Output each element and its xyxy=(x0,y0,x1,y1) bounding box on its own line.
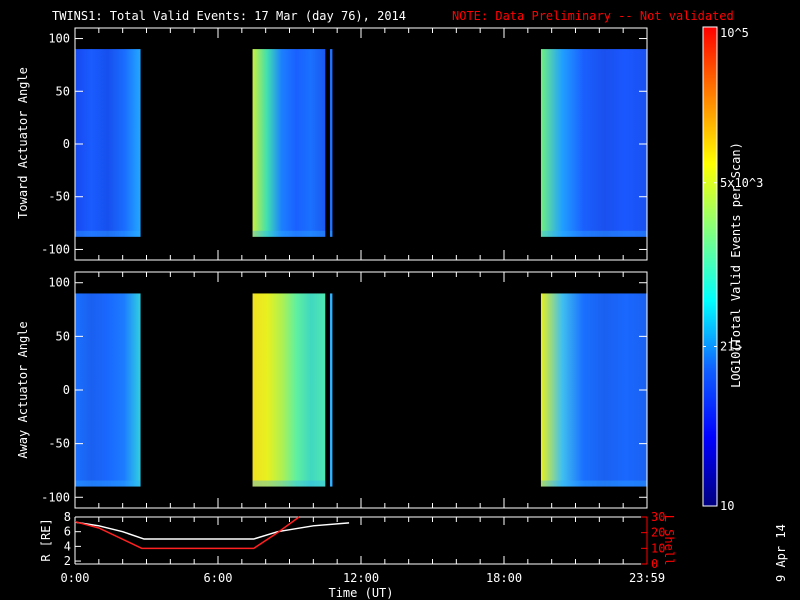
y-tick-label: 50 xyxy=(56,329,70,343)
heatmap-block xyxy=(75,293,141,487)
y-tick-label: -50 xyxy=(48,190,70,204)
r-ylabel: R [RE] xyxy=(39,518,53,561)
lshell-tick-label: 0 xyxy=(651,557,658,571)
heatmap-block xyxy=(540,293,647,487)
colorbar-tick-label: 10^5 xyxy=(720,26,749,40)
y-tick-label: -50 xyxy=(48,437,70,451)
heatmap-edge xyxy=(540,480,647,487)
colorbar-tick-label: 10 xyxy=(720,499,734,513)
middle-ylabel: Away Actuator Angle xyxy=(16,321,30,458)
y-tick-label: 0 xyxy=(63,383,70,397)
colorbar-tick-label: 5x10^3 xyxy=(720,176,763,190)
heatmap-edge xyxy=(330,230,333,237)
twins-plot: TWINS1: Total Valid Events: 17 Mar (day … xyxy=(0,0,800,600)
top-ylabel: Toward Actuator Angle xyxy=(16,67,30,219)
r-tick-label: 2 xyxy=(64,554,71,568)
plot-date: 9 Apr 14 xyxy=(774,524,788,582)
plot-canvas: TWINS1: Total Valid Events: 17 Mar (day … xyxy=(16,9,788,600)
y-tick-label: 100 xyxy=(48,32,70,46)
x-tick-label: 18:00 xyxy=(486,571,522,585)
heatmap-edge xyxy=(330,480,333,487)
y-tick-label: 0 xyxy=(63,137,70,151)
r-tick-label: 8 xyxy=(64,510,71,524)
plot-title: TWINS1: Total Valid Events: 17 Mar (day … xyxy=(52,9,406,23)
preliminary-note: NOTE: Data Preliminary -- Not validated xyxy=(452,9,734,23)
colorbar-tick-label: 215 xyxy=(720,339,742,353)
lshell-tick-label: 20 xyxy=(651,526,665,540)
y-tick-label: -100 xyxy=(41,490,70,504)
heatmap-block xyxy=(252,293,326,487)
heatmap-edge xyxy=(75,480,141,487)
heatmap-block xyxy=(330,293,333,487)
x-tick-label: 12:00 xyxy=(343,571,379,585)
heatmap-block xyxy=(330,49,333,237)
lshell-tick-label: 10 xyxy=(651,541,665,555)
colorbar xyxy=(702,26,718,507)
y-tick-label: 100 xyxy=(48,276,70,290)
r-tick-label: 6 xyxy=(64,525,71,539)
x-tick-label: 6:00 xyxy=(204,571,233,585)
heatmap-edge xyxy=(252,230,326,237)
y-tick-label: 50 xyxy=(56,84,70,98)
heatmap-block xyxy=(252,49,326,237)
y-tick-label: -100 xyxy=(41,242,70,256)
x-tick-label: 23:59 xyxy=(629,571,665,585)
heatmap-edge xyxy=(252,480,326,487)
heatmap-block xyxy=(75,49,141,237)
heatmap-edge xyxy=(75,230,141,237)
x-axis-label: Time (UT) xyxy=(328,586,393,600)
heatmap-block xyxy=(540,49,647,237)
heatmap-edge xyxy=(540,230,647,237)
x-tick-label: 0:00 xyxy=(61,571,90,585)
lshell-tick-label: 30 xyxy=(651,510,665,524)
r-tick-label: 4 xyxy=(64,539,71,553)
